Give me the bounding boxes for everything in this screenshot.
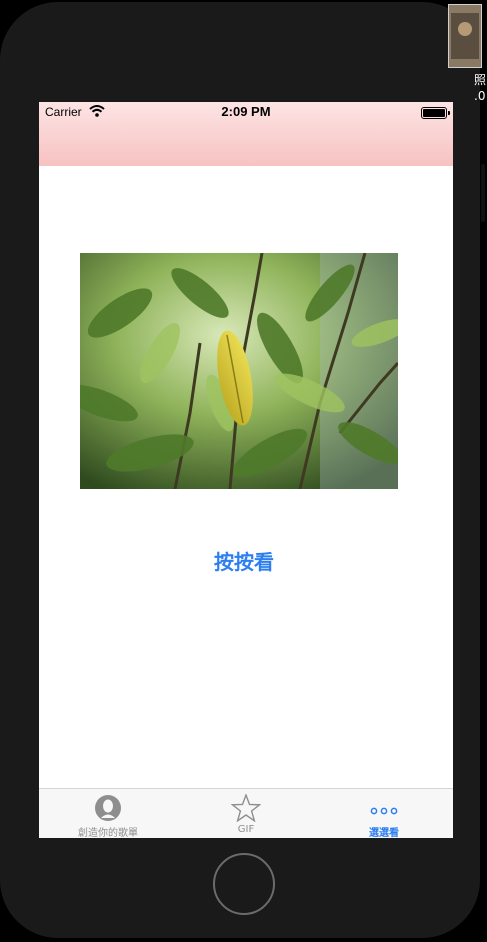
tab-label: 選選看: [369, 828, 399, 838]
desktop-label-line-1: 照: [474, 73, 487, 87]
more-icon: [370, 807, 398, 815]
tab-choose[interactable]: 選選看: [315, 789, 453, 838]
tab-gif[interactable]: GIF: [177, 789, 315, 838]
app-screen: Carrier 2:09 PM 按按看 創造你的歌單 GIF 選選看: [39, 102, 453, 838]
person-icon: [95, 795, 121, 821]
tab-create-playlist[interactable]: 創造你的歌單: [39, 789, 177, 838]
tab-bar: 創造你的歌單 GIF 選選看: [39, 788, 453, 838]
leaf-photo: [80, 253, 398, 489]
desktop-thumbnail[interactable]: [448, 4, 482, 68]
power-button: [481, 164, 485, 222]
star-icon: [231, 794, 261, 822]
desktop-label: 照 .0: [474, 72, 486, 104]
navigation-bar: Carrier 2:09 PM: [39, 102, 453, 166]
status-time: 2:09 PM: [221, 104, 271, 119]
thumbnail-image-icon: [449, 5, 481, 67]
tab-label: 創造你的歌單: [78, 828, 138, 838]
tab-label: GIF: [237, 824, 255, 835]
desktop-label-line-2: .0: [474, 89, 486, 103]
status-bar: Carrier 2:09 PM: [39, 102, 453, 122]
battery-icon: [421, 107, 450, 119]
home-button[interactable]: [213, 853, 275, 915]
tap-button[interactable]: 按按看: [169, 544, 319, 576]
